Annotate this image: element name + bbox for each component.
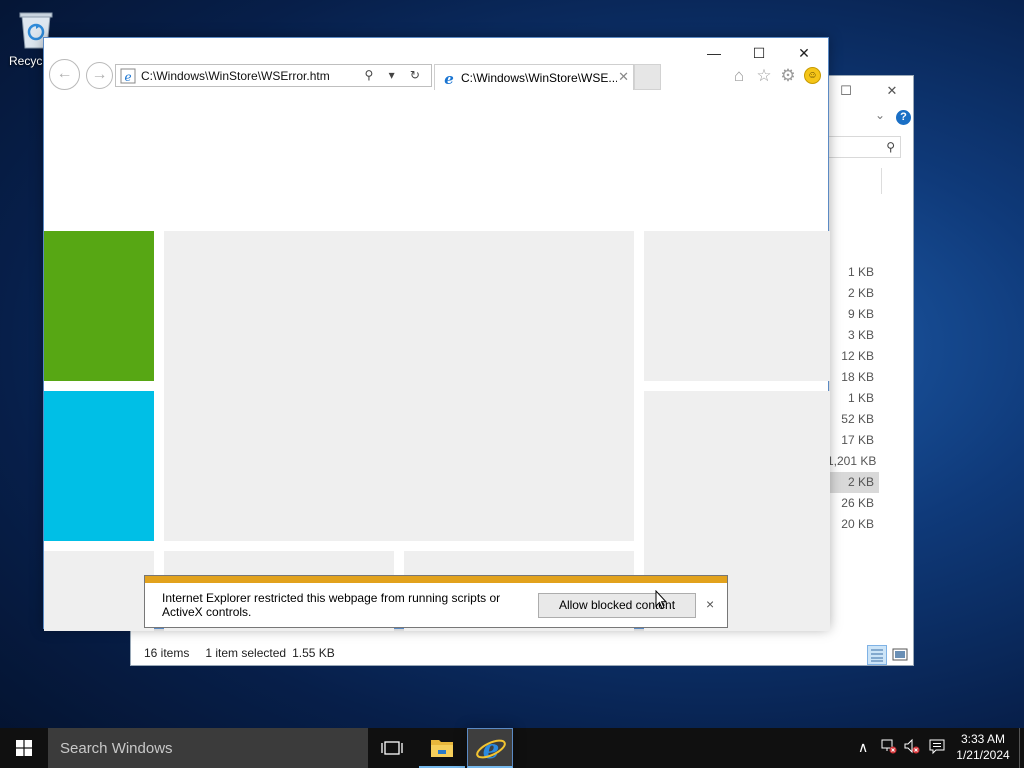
notification-close-button[interactable]: × [706, 596, 714, 612]
large-icons-view-icon [892, 648, 908, 661]
file-size-cell-selected[interactable]: 2 KB [827, 472, 879, 493]
browser-tab[interactable]: e C:\Windows\WinStore\WSE... ✕ [434, 64, 634, 90]
system-clock[interactable]: 3:33 AM 1/21/2024 [950, 731, 1016, 763]
file-size-cell: 20 KB [841, 517, 874, 531]
explorer-maximize-button[interactable]: ☐ [829, 80, 863, 102]
blocked-content-notification: Internet Explorer restricted this webpag… [144, 575, 728, 628]
back-button[interactable]: ← [49, 59, 80, 90]
file-size-cell: 2 KB [847, 286, 874, 300]
internet-explorer-taskbar-button[interactable]: e [467, 728, 513, 768]
taskbar-search-box[interactable]: Search Windows [48, 728, 368, 768]
selection-count: 1 item selected [205, 646, 287, 660]
tab-close-button[interactable]: ✕ [618, 69, 629, 85]
mouse-cursor-icon [655, 590, 667, 610]
search-icon: ⚲ [886, 140, 895, 154]
details-view-icon [871, 649, 883, 662]
file-size-cell: 26 KB [841, 496, 874, 510]
large-placeholder-tile [164, 231, 634, 541]
selection-size: 1.55 KB [292, 646, 335, 660]
explorer-status-bar: 16 items 1 item selected 1.55 KB [144, 646, 351, 660]
file-size-cell: 12 KB [841, 349, 874, 363]
action-center-icon[interactable] [928, 737, 946, 758]
file-explorer-taskbar-button[interactable] [419, 728, 465, 768]
green-tile [44, 231, 154, 381]
windows-logo-icon [16, 740, 32, 756]
file-size-cell: 52 KB [841, 412, 874, 426]
tab-title: C:\Windows\WinStore\WSE... [461, 71, 617, 85]
start-button[interactable] [0, 728, 48, 768]
search-placeholder: Search Windows [60, 740, 173, 757]
home-icon[interactable]: ⌂ [729, 66, 749, 86]
forward-button[interactable]: → [86, 62, 113, 89]
internet-explorer-window[interactable]: — ☐ ✕ ← → e C:\Windows\WinStore\WSError.… [43, 37, 830, 631]
address-url[interactable]: C:\Windows\WinStore\WSError.htm [141, 69, 330, 83]
ie-close-button[interactable]: ✕ [782, 42, 826, 64]
large-icons-view-button[interactable] [890, 645, 910, 665]
tools-gear-icon[interactable]: ⚙ [778, 66, 798, 86]
folder-icon [431, 740, 453, 757]
taskbar: Search Windows e ∧ 3:33 AM 1/21/2024 [0, 728, 1024, 768]
explorer-close-button[interactable]: ✕ [875, 80, 909, 102]
ribbon-expand-chevron-icon[interactable]: ⌄ [875, 108, 885, 122]
file-size-cell: 9 KB [847, 307, 874, 321]
bottom-placeholder-tile [44, 551, 154, 631]
new-tab-button[interactable] [634, 64, 661, 90]
clock-date: 1/21/2024 [956, 748, 1010, 762]
ie-maximize-button[interactable]: ☐ [737, 42, 781, 64]
svg-text:e: e [124, 70, 131, 84]
ie-tab-icon: e [444, 70, 454, 86]
right-placeholder-tile [644, 231, 830, 381]
help-icon[interactable]: ? [896, 110, 911, 125]
task-view-icon [381, 741, 403, 755]
cyan-tile [44, 391, 154, 541]
file-size-cell: 1 KB [847, 265, 874, 279]
details-view-button[interactable] [867, 645, 887, 665]
show-desktop-button[interactable] [1019, 728, 1024, 768]
item-count: 16 items [144, 646, 190, 660]
address-bar-actions[interactable]: ⚲ ▾ ↻ [364, 68, 426, 82]
svg-text:e: e [444, 70, 454, 86]
file-size-cell: 18 KB [841, 370, 874, 384]
network-icon[interactable] [880, 737, 898, 758]
svg-text:e: e [483, 735, 500, 765]
ie-minimize-button[interactable]: — [692, 42, 736, 64]
file-size-cell: 3 KB [847, 328, 874, 342]
file-size-column: 1 KB 2 KB 9 KB 3 KB 12 KB 18 KB 1 KB 52 … [827, 262, 879, 535]
allow-blocked-content-button[interactable]: Allow blocked content [538, 593, 696, 618]
notification-accent-bar [145, 576, 727, 583]
volume-muted-icon[interactable] [903, 737, 921, 758]
address-bar[interactable]: e C:\Windows\WinStore\WSError.htm ⚲ ▾ ↻ [115, 64, 432, 87]
notification-message: Internet Explorer restricted this webpag… [162, 591, 501, 619]
file-size-cell: 1 KB [847, 391, 874, 405]
clock-time: 3:33 AM [960, 732, 1006, 746]
column-divider[interactable] [881, 168, 882, 194]
feedback-smiley-icon[interactable]: ☺ [804, 67, 821, 84]
explorer-search-input[interactable]: ⚲ [821, 136, 901, 158]
favorites-star-icon[interactable]: ☆ [754, 66, 774, 86]
ie-logo-icon: e [476, 735, 506, 765]
file-size-cell: 17 KB [841, 433, 874, 447]
ie-page-icon: e [120, 68, 136, 84]
task-view-button[interactable] [372, 728, 412, 768]
show-hidden-icons-button[interactable]: ∧ [858, 739, 868, 756]
file-size-cell: 1,201 KB [827, 454, 877, 468]
